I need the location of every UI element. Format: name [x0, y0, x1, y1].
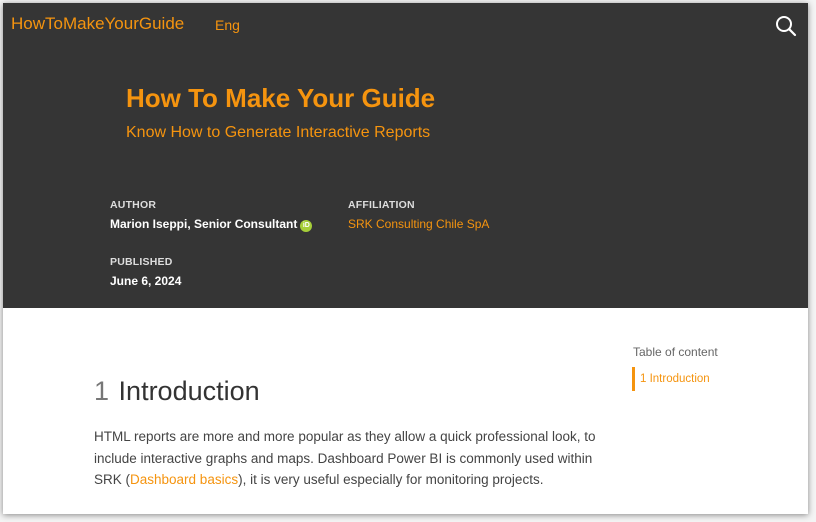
page-window: HowToMakeYourGuide Eng How To Make Your … [3, 3, 808, 514]
brand-link[interactable]: HowToMakeYourGuide [11, 14, 184, 34]
page-title: How To Make Your Guide [126, 83, 436, 113]
section-number: 1 [94, 376, 110, 406]
orcid-icon[interactable]: iD [300, 220, 313, 232]
author-name: Marion Iseppi, Senior Consultant [110, 217, 298, 231]
search-icon[interactable] [774, 14, 798, 38]
section-heading: 1 Introduction [94, 376, 260, 407]
paragraph-text-end: ), it is very useful especially for moni… [238, 472, 544, 487]
page-subtitle: Know How to Generate Interactive Reports [126, 124, 431, 141]
dashboard-basics-link[interactable]: Dashboard basics [130, 472, 238, 487]
author-block: Marion Iseppi, Senior Consultant iD [110, 217, 313, 232]
intro-paragraph: HTML reports are more and more popular a… [94, 426, 614, 491]
affiliation-link[interactable]: SRK Consulting Chile SpA [348, 217, 489, 231]
affiliation-label: AFFILIATION [348, 199, 415, 211]
toc-item-introduction[interactable]: 1 Introduction [632, 367, 710, 391]
language-selector[interactable]: Eng [215, 17, 240, 33]
author-label: AUTHOR [110, 199, 157, 211]
title-banner: HowToMakeYourGuide Eng How To Make Your … [3, 3, 808, 308]
toc-heading: Table of content [633, 345, 718, 359]
published-label: PUBLISHED [110, 256, 173, 268]
published-date: June 6, 2024 [110, 274, 182, 288]
section-title: Introduction [118, 376, 260, 406]
